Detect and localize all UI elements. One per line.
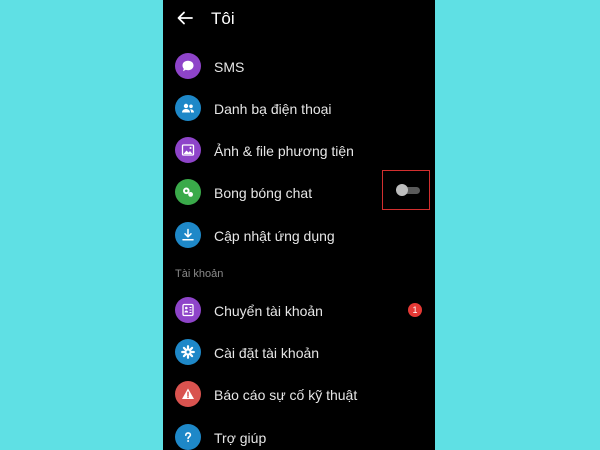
download-icon [175,222,201,248]
page-title: Tôi [211,9,235,28]
menu-item-label: Cài đặt tài khoản [214,345,320,361]
section-title-account: Tài khoản [175,268,224,280]
contacts-icon [175,95,201,121]
gear-icon [175,339,201,365]
back-arrow-icon [177,11,193,25]
header: Tôi [163,0,435,40]
sms-icon [175,53,201,79]
menu-item-label: Cập nhật ứng dụng [214,228,335,244]
help-icon [175,424,201,450]
menu-item-report-issue[interactable]: Báo cáo sự cố kỹ thuật [163,376,435,414]
switch-account-icon [175,297,201,323]
warning-icon [175,381,201,407]
menu-item-label: Báo cáo sự cố kỹ thuật [214,387,358,403]
menu-item-media[interactable]: Ảnh & file phương tiện [163,132,435,170]
notification-badge: 1 [408,303,422,317]
chat-bubbles-toggle[interactable] [396,184,420,196]
toggle-highlight-box [382,170,430,210]
menu-item-sms[interactable]: SMS [163,48,435,86]
toggle-knob [396,184,408,196]
menu-item-account-settings[interactable]: Cài đặt tài khoản [163,334,435,372]
chat-bubble-icon [175,179,201,205]
menu-item-label: Danh bạ điện thoại [214,101,332,117]
back-button[interactable] [173,6,197,30]
menu-item-label: Ảnh & file phương tiện [214,143,354,159]
menu-item-help[interactable]: Trợ giúp [163,419,435,450]
menu-item-switch-account[interactable]: Chuyển tài khoản [163,292,435,330]
menu-item-contacts[interactable]: Danh bạ điện thoại [163,90,435,128]
menu-item-label: Chuyển tài khoản [214,303,323,319]
menu-item-label: Bong bóng chat [214,185,313,201]
menu-item-label: Trợ giúp [214,430,267,446]
settings-screen: Tôi SMS Danh bạ điện thoại Ảnh & file ph… [163,0,435,450]
photo-icon [175,137,201,163]
menu-item-app-update[interactable]: Cập nhật ứng dụng [163,217,435,255]
menu-item-label: SMS [214,59,245,75]
